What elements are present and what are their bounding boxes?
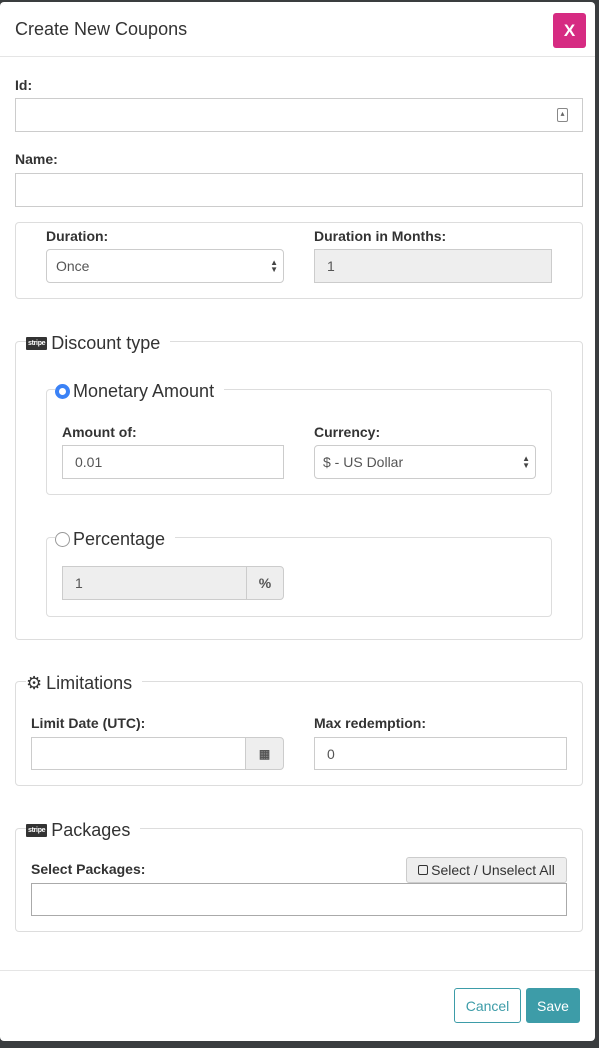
max-redemption-input[interactable]: 0 [314,737,567,770]
duration-months-label: Duration in Months: [314,228,447,244]
header-divider [0,56,595,57]
packages-title: Packages [51,819,131,840]
cancel-button[interactable]: Cancel [454,988,521,1023]
select-all-button[interactable]: Select / Unselect All [406,857,567,883]
duration-months-input[interactable]: 1 [314,249,552,283]
currency-label: Currency: [314,424,381,440]
currency-value: $ - US Dollar [323,454,404,470]
discount-type-legend: stripe Discount type [26,330,171,356]
select-arrows-icon: ▲ ▼ [522,454,530,470]
limit-date-label: Limit Date (UTC): [31,715,146,731]
monetary-fieldset [46,389,552,495]
footer-divider [0,970,595,971]
name-input[interactable] [15,173,583,207]
percent-addon: % [246,566,284,600]
stripe-icon: stripe [26,823,48,837]
amount-input[interactable]: 0.01 [62,445,284,479]
percentage-legend: Percentage [55,526,176,552]
duration-label: Duration: [46,228,109,244]
discount-type-title: Discount type [51,332,161,353]
limitations-title: Limitations [46,672,133,693]
calendar-icon[interactable]: ▦ [245,737,284,770]
currency-select[interactable]: $ - US Dollar ▲ ▼ [314,445,536,479]
percentage-input[interactable]: 1 [62,566,247,600]
stripe-icon: stripe [26,336,48,350]
id-label: Id: [15,77,33,93]
monetary-legend: Monetary Amount [55,378,225,404]
monetary-title: Monetary Amount [73,380,215,401]
id-input[interactable] [15,98,583,132]
close-button[interactable]: X [553,13,586,48]
select-arrows-icon: ▲ ▼ [270,258,278,274]
checkbox-icon [418,865,429,875]
duration-select[interactable]: Once ▲ ▼ [46,249,284,283]
select-all-label: Select / Unselect All [431,862,555,878]
save-button[interactable]: Save [526,988,580,1023]
percentage-radio[interactable] [55,531,70,547]
duration-value: Once [56,258,90,274]
gear-icon: ⚙ [26,672,43,693]
name-label: Name: [15,151,58,167]
limitations-legend: ⚙ Limitations [26,670,143,696]
select-packages-label: Select Packages: [31,861,146,877]
modal-title: Create New Coupons [15,19,188,39]
monetary-radio[interactable] [55,383,70,399]
create-coupon-modal: Create New Coupons X Id: ▴ Name: Duratio… [0,2,595,1041]
max-redemption-label: Max redemption: [314,715,427,731]
limitations-fieldset [15,681,583,786]
packages-input[interactable] [31,883,567,916]
percentage-title: Percentage [73,528,166,549]
contact-card-icon[interactable]: ▴ [557,108,568,122]
packages-legend: stripe Packages [26,817,141,843]
amount-label: Amount of: [62,424,137,440]
limit-date-input[interactable] [31,737,246,770]
